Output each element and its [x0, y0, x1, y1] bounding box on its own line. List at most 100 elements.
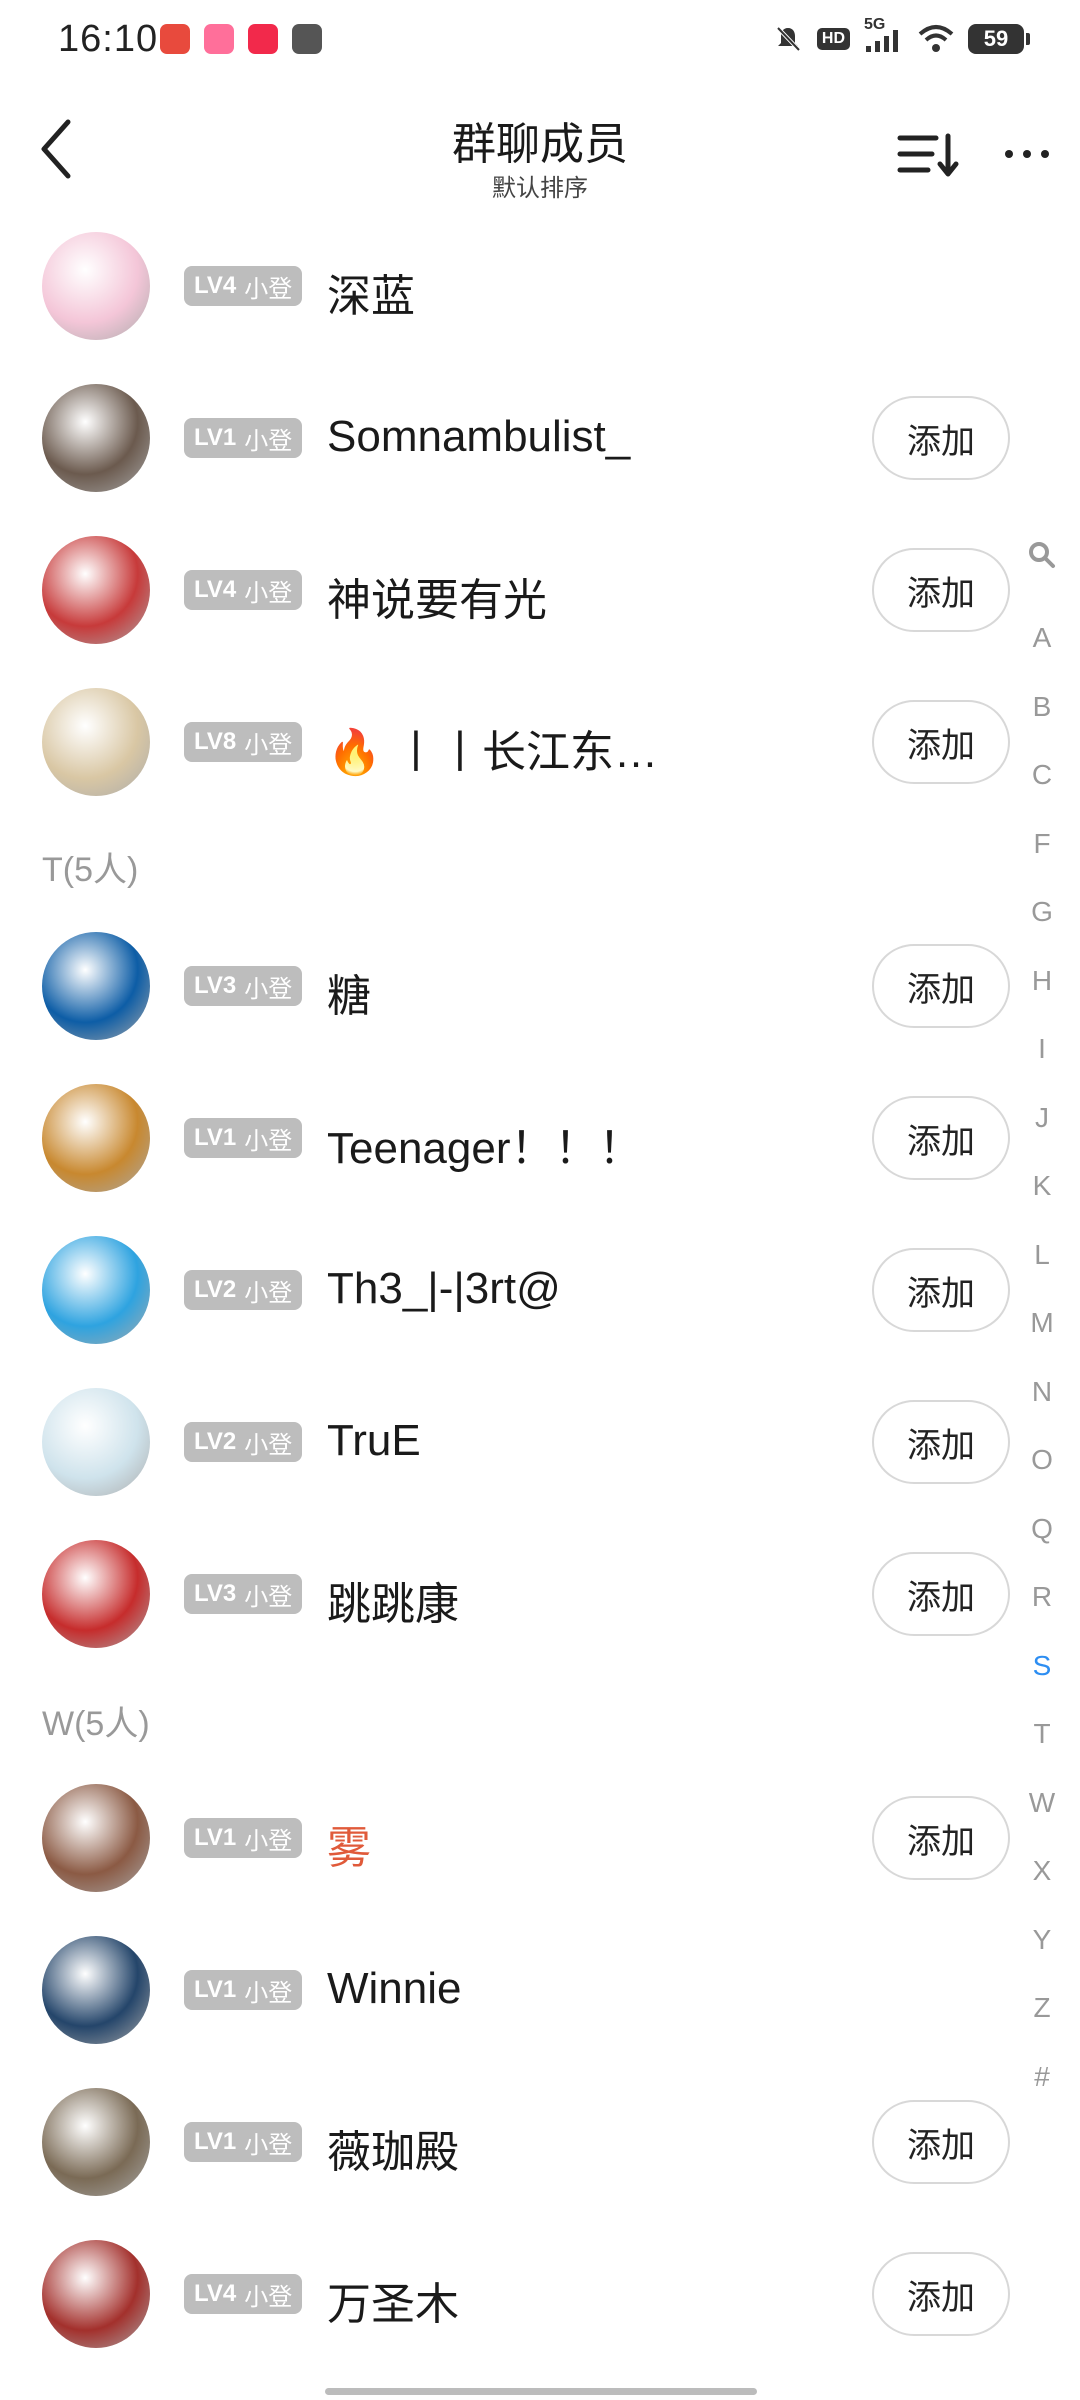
add-friend-button[interactable]: 添加	[872, 2100, 1010, 2184]
member-name: Winnie	[327, 1964, 462, 2013]
avatar[interactable]	[42, 1236, 150, 1344]
add-friend-button[interactable]: 添加	[872, 1400, 1010, 1484]
add-friend-button[interactable]: 添加	[872, 2252, 1010, 2336]
index-letter-j[interactable]: J	[1020, 1102, 1064, 1134]
mute-bell-icon	[773, 24, 803, 54]
level-badge: LV1 小登	[184, 1970, 303, 2010]
index-letter-s[interactable]: S	[1020, 1650, 1064, 1682]
member-row[interactable]: LV1 小登 雾 添加	[0, 1762, 1010, 1914]
member-name: 深蓝	[327, 272, 415, 321]
hd-label: HD	[816, 28, 850, 50]
index-letter-z[interactable]: Z	[1020, 1992, 1064, 2024]
level-badge: LV3 小登	[184, 966, 303, 1006]
rank-label: 小登	[244, 1583, 293, 1611]
level-badge: LV1 小登	[184, 418, 303, 458]
member-name: Somnambulist_	[327, 412, 631, 461]
index-letter-b[interactable]: B	[1020, 691, 1064, 723]
level-label: LV2	[194, 1276, 237, 1303]
avatar[interactable]	[42, 1084, 150, 1192]
search-icon[interactable]	[1020, 540, 1064, 577]
battery-icon: 59	[968, 24, 1030, 54]
more-dot-icon	[1005, 150, 1013, 158]
avatar[interactable]	[42, 384, 150, 492]
more-button[interactable]	[992, 124, 1062, 184]
hd-icon: HD	[816, 24, 850, 54]
rank-label: 小登	[244, 1431, 293, 1459]
rank-label: 小登	[244, 731, 293, 759]
index-letter-q[interactable]: Q	[1020, 1513, 1064, 1545]
member-row[interactable]: LV8 小登 🔥 丨丨长江东… 添加	[0, 666, 1010, 818]
avatar[interactable]	[42, 1540, 150, 1648]
index-letter-l[interactable]: L	[1020, 1239, 1064, 1271]
level-label: LV4	[194, 272, 237, 299]
level-badge: LV1 小登	[184, 2122, 303, 2162]
member-row[interactable]: LV4 小登 深蓝	[0, 210, 1000, 362]
add-friend-button[interactable]: 添加	[872, 1552, 1010, 1636]
avatar[interactable]	[42, 1388, 150, 1496]
level-badge: LV4 小登	[184, 2274, 303, 2314]
index-letter-m[interactable]: M	[1020, 1307, 1064, 1339]
level-badge: LV3 小登	[184, 1574, 303, 1614]
lotus-app-icon	[204, 24, 234, 54]
level-badge: LV1 小登	[184, 1118, 303, 1158]
index-letter-c[interactable]: C	[1020, 759, 1064, 791]
avatar[interactable]	[42, 1936, 150, 2044]
add-friend-button[interactable]: 添加	[872, 944, 1010, 1028]
level-label: LV3	[194, 1580, 237, 1607]
member-row[interactable]: LV2 小登 TruE 添加	[0, 1366, 1010, 1518]
member-name: 万圣木	[327, 2280, 459, 2329]
level-label: LV1	[194, 424, 237, 451]
index-letter-g[interactable]: G	[1020, 896, 1064, 928]
member-row[interactable]: LV3 小登 跳跳康 添加	[0, 1518, 1010, 1670]
more-dot-icon	[1041, 150, 1049, 158]
member-row[interactable]: LV3 小登 糖 添加	[0, 910, 1010, 1062]
avatar[interactable]	[42, 2240, 150, 2348]
member-row[interactable]: LV1 小登 Winnie	[0, 1914, 1000, 2066]
level-label: LV4	[194, 576, 237, 603]
level-label: LV1	[194, 1124, 237, 1151]
home-indicator[interactable]	[325, 2388, 757, 2395]
index-letter-r[interactable]: R	[1020, 1581, 1064, 1613]
index-letter-h[interactable]: H	[1020, 965, 1064, 997]
add-friend-button[interactable]: 添加	[872, 548, 1010, 632]
member-row[interactable]: LV4 小登 神说要有光 添加	[0, 514, 1010, 666]
avatar[interactable]	[42, 688, 150, 796]
add-friend-button[interactable]: 添加	[872, 1096, 1010, 1180]
index-letter-y[interactable]: Y	[1020, 1924, 1064, 1956]
battery-level: 59	[983, 26, 1009, 51]
avatar[interactable]	[42, 932, 150, 1040]
level-badge: LV8 小登	[184, 722, 303, 762]
member-row[interactable]: LV2 小登 Th3_|-|3rt@ 添加	[0, 1214, 1010, 1366]
add-friend-button[interactable]: 添加	[872, 396, 1010, 480]
avatar[interactable]	[42, 232, 150, 340]
rank-label: 小登	[244, 427, 293, 455]
level-label: LV8	[194, 728, 237, 755]
avatar[interactable]	[42, 2088, 150, 2196]
member-name: 跳跳康	[327, 1580, 459, 1629]
member-row[interactable]: LV1 小登 Teenager！！！ 添加	[0, 1062, 1010, 1214]
index-letter-o[interactable]: O	[1020, 1444, 1064, 1476]
add-friend-button[interactable]: 添加	[872, 700, 1010, 784]
index-letter-i[interactable]: I	[1020, 1033, 1064, 1065]
member-row[interactable]: LV1 小登 薇珈殿 添加	[0, 2066, 1010, 2218]
index-letter-a[interactable]: A	[1020, 622, 1064, 654]
sort-button[interactable]	[892, 124, 962, 184]
avatar[interactable]	[42, 1784, 150, 1892]
index-letter-f[interactable]: F	[1020, 828, 1064, 860]
index-letter-k[interactable]: K	[1020, 1170, 1064, 1202]
add-friend-button[interactable]: 添加	[872, 1796, 1010, 1880]
index-letter-t[interactable]: T	[1020, 1718, 1064, 1750]
index-letter-x[interactable]: X	[1020, 1855, 1064, 1887]
level-label: LV2	[194, 1428, 237, 1455]
add-friend-button[interactable]: 添加	[872, 1248, 1010, 1332]
header: 群聊成员 默认排序	[0, 84, 1080, 214]
avatar[interactable]	[42, 536, 150, 644]
status-bar: 16:10 HD 5G 59	[0, 0, 1080, 84]
level-label: LV1	[194, 1824, 237, 1851]
member-name: Th3_|-|3rt@	[327, 1264, 561, 1313]
index-letter-w[interactable]: W	[1020, 1787, 1064, 1819]
index-letter-hash[interactable]: #	[1020, 2061, 1064, 2093]
member-row[interactable]: LV1 小登 Somnambulist_ 添加	[0, 362, 1010, 514]
member-row[interactable]: LV4 小登 万圣木 添加	[0, 2218, 1010, 2370]
index-letter-n[interactable]: N	[1020, 1376, 1064, 1408]
